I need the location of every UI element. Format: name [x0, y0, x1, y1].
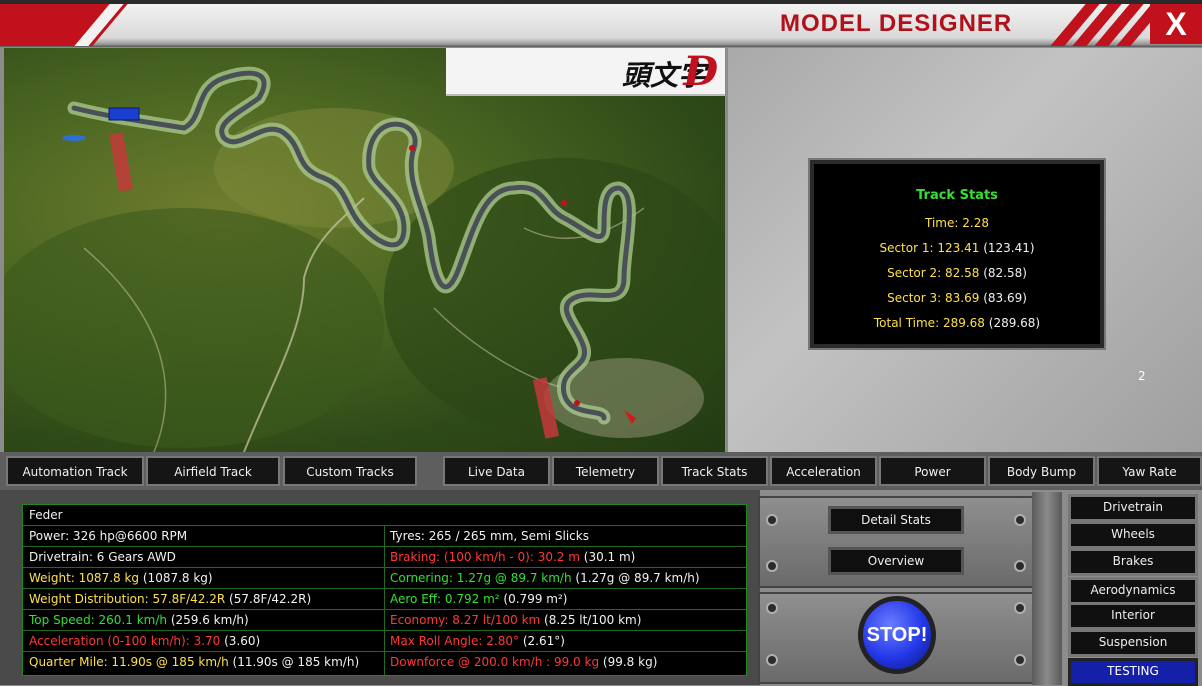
overview-button[interactable]: Overview — [828, 547, 964, 575]
economy-value: Economy: 8.27 lt/100 km (8.25 lt/100 km) — [384, 610, 746, 631]
sector-marker — [561, 200, 567, 206]
window-title: MODEL DESIGNER — [780, 10, 1013, 37]
tab-live-data[interactable]: Live Data — [443, 456, 550, 486]
track-stats-box: Track Stats Time: 2.28 Sector 1: 123.41 … — [810, 160, 1104, 348]
drivetrain-value: Drivetrain: 6 Gears AWD — [23, 547, 384, 568]
car-data-table: Feder Power: 326 hp@6600 RPM Drivetrain:… — [22, 504, 747, 676]
tab-yaw-rate[interactable]: Yaw Rate — [1097, 456, 1202, 486]
tab-power[interactable]: Power — [879, 456, 986, 486]
tab-acceleration[interactable]: Acceleration — [770, 456, 877, 486]
side-item-interior[interactable]: Interior — [1068, 602, 1198, 630]
side-menu-rail — [1032, 492, 1062, 685]
aero-efficiency-value: Aero Eff: 0.792 m² (0.799 m²) — [384, 589, 746, 610]
tab-airfield-track[interactable]: Airfield Track — [146, 456, 280, 486]
weight-distribution-value: Weight Distribution: 57.8F/42.2R (57.8F/… — [23, 589, 384, 610]
tab-automation-track[interactable]: Automation Track — [6, 456, 144, 486]
track-map-image — [4, 66, 725, 452]
max-roll-angle-value: Max Roll Angle: 2.80° (2.61°) — [384, 631, 746, 652]
tab-custom-tracks[interactable]: Custom Tracks — [283, 456, 417, 486]
sector-marker — [409, 145, 415, 151]
title-bar: MODEL DESIGNER X — [0, 0, 1202, 47]
close-button[interactable]: X — [1150, 4, 1202, 44]
power-value: Power: 326 hp@6600 RPM — [23, 526, 384, 547]
tyres-value: Tyres: 265 / 265 mm, Semi Slicks — [384, 526, 746, 547]
side-item-wheels[interactable]: Wheels — [1068, 521, 1198, 549]
side-item-brakes[interactable]: Brakes — [1068, 548, 1198, 576]
acceleration-value: Acceleration (0-100 km/h): 3.70 (3.60) — [23, 631, 384, 652]
detail-stats-button[interactable]: Detail Stats — [828, 506, 964, 534]
braking-value: Braking: (100 km/h - 0): 30.2 m (30.1 m) — [384, 547, 746, 568]
track-stats-heading: Track Stats — [916, 188, 998, 203]
stat-total-time: Total Time: 289.68 (289.68) — [873, 316, 1041, 330]
quarter-mile-value: Quarter Mile: 11.90s @ 185 km/h (11.90s … — [29, 655, 360, 669]
page-number: 2 — [1138, 369, 1146, 383]
sector-marker — [574, 400, 580, 406]
stat-sector-3: Sector 3: 83.69 (83.69) — [887, 291, 1027, 305]
tab-telemetry[interactable]: Telemetry — [552, 456, 659, 486]
initial-d-logo: 頭文字 D — [446, 48, 725, 96]
side-item-testing[interactable]: TESTING — [1068, 658, 1198, 686]
stat-sector-2: Sector 2: 82.58 (82.58) — [887, 266, 1027, 280]
track-map: 頭文字 D — [4, 48, 725, 452]
stat-sector-1: Sector 1: 123.41 (123.41) — [879, 241, 1035, 255]
stop-button[interactable]: STOP! — [858, 596, 936, 674]
side-item-aerodynamics[interactable]: Aerodynamics — [1068, 577, 1198, 605]
stat-time: Time: 2.28 — [925, 216, 989, 230]
weight-value: Weight: 1087.8 kg (1087.8 kg) — [23, 568, 384, 589]
car-marker-icon — [108, 107, 140, 121]
cornering-value: Cornering: 1.27g @ 89.7 km/h (1.27g @ 89… — [384, 568, 746, 589]
side-item-drivetrain[interactable]: Drivetrain — [1068, 494, 1198, 522]
car-name: Feder — [23, 505, 746, 526]
top-speed-value: Top Speed: 260.1 km/h (259.6 km/h) — [23, 610, 384, 631]
side-item-suspension[interactable]: Suspension — [1068, 629, 1198, 657]
tab-body-bump[interactable]: Body Bump — [988, 456, 1095, 486]
tab-track-stats[interactable]: Track Stats — [661, 456, 768, 486]
downforce-value: Downforce @ 200.0 km/h : 99.0 kg (99.8 k… — [390, 655, 658, 669]
